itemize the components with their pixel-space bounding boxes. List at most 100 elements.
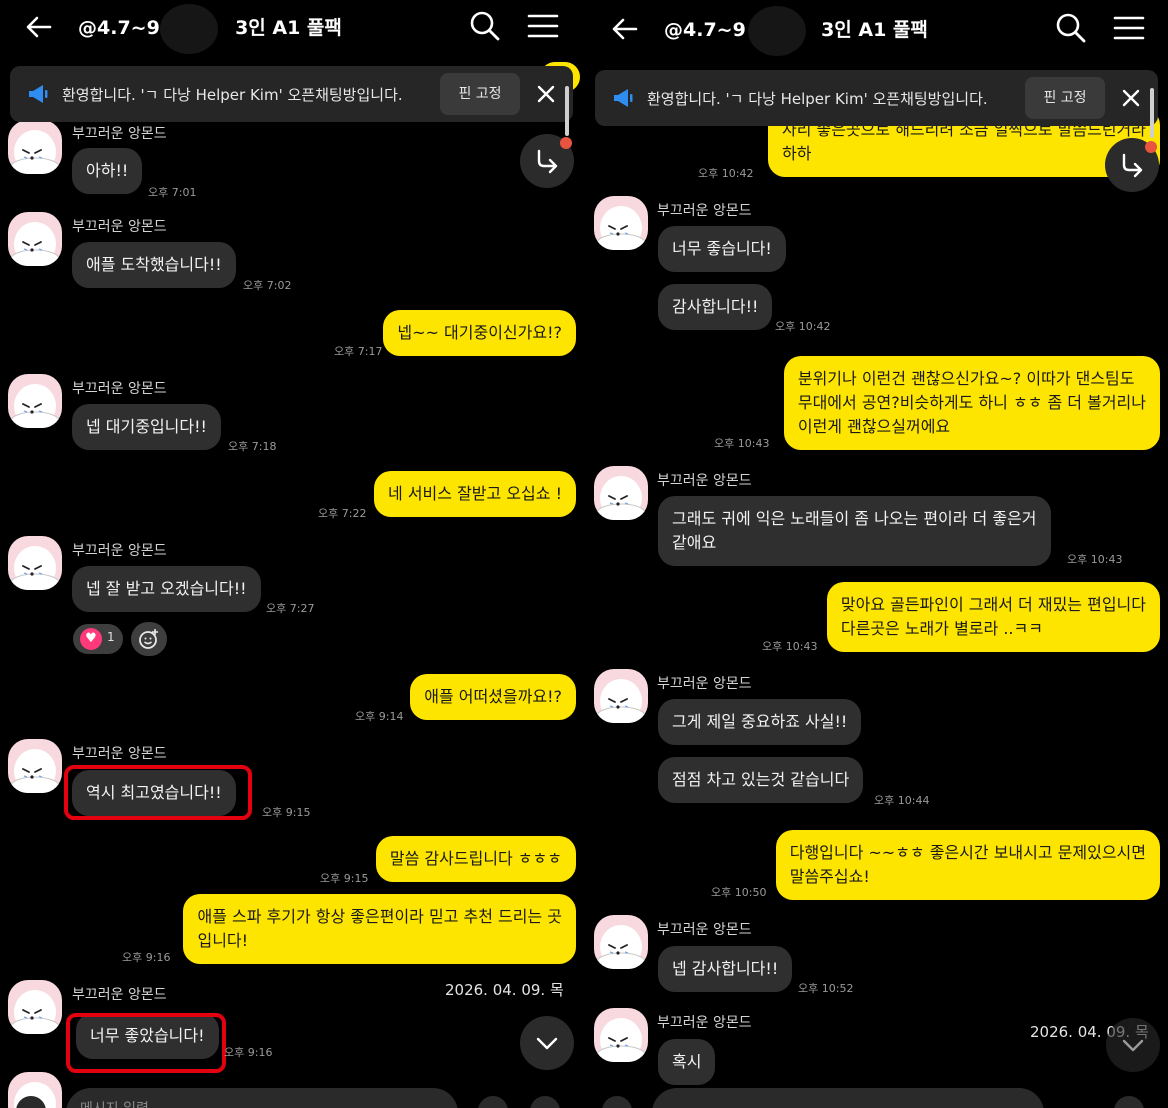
message-time: 오후 9:15 <box>320 872 369 885</box>
received-bubble[interactable]: 아하!! <box>72 148 143 194</box>
sender-name: 부끄러운 앙몬드 <box>657 203 752 219</box>
avatar-face-icon <box>596 476 646 520</box>
message-input[interactable] <box>652 1088 1044 1108</box>
menu-icon[interactable] <box>526 9 560 43</box>
message-time: 오후 7:01 <box>148 186 197 199</box>
avatar-face-icon <box>596 679 646 723</box>
sent-bubble[interactable]: 애플 어떠셨을까요!? <box>410 674 576 720</box>
sender-name: 부끄러운 앙몬드 <box>72 219 167 235</box>
bubble-line: 말씀주십쇼! <box>789 867 870 886</box>
sender-name: 부끄러운 앙몬드 <box>72 381 167 397</box>
message-time: 오후 10:43 <box>1067 553 1123 566</box>
sender-name: 부끄러운 앙몬드 <box>657 922 752 938</box>
heart-icon: ♥ <box>80 628 102 650</box>
received-bubble[interactable]: 애플 도착했습니다!! <box>72 242 236 288</box>
sent-bubble[interactable]: 분위기나 이런건 괜찮으신가요~? 이따가 댄스팀도 무대에서 공연?비슷하게도… <box>783 356 1160 450</box>
avatar[interactable] <box>8 739 62 793</box>
reaction-heart-badge[interactable]: ♥ 1 <box>73 624 123 654</box>
avatar-face-icon <box>596 925 646 969</box>
sent-bubble[interactable]: 맞아요 골든파인이 그래서 더 재밌는 편입니다 다른곳은 노래가 별로라 ..… <box>826 582 1160 652</box>
avatar[interactable] <box>8 212 62 266</box>
sent-bubble[interactable]: 넵~~ 대기중이신가요!? <box>383 310 576 356</box>
avatar[interactable] <box>8 374 62 428</box>
bubble-line: 분위기나 이런건 괜찮으신가요~? 이따가 댄스팀도 <box>797 369 1135 388</box>
share-arrow-icon <box>537 149 558 174</box>
chat-title-prefix: @4.7~9 <box>664 19 746 41</box>
avatar-face-icon <box>596 1018 646 1062</box>
menu-icon[interactable] <box>1112 11 1146 45</box>
avatar-face-icon <box>10 546 60 590</box>
avatar[interactable] <box>594 466 648 520</box>
input-placeholder: 메시지 입력 <box>80 1098 149 1108</box>
hashtag-button[interactable] <box>478 1096 508 1108</box>
received-bubble[interactable]: 그래도 귀에 익은 노래들이 좀 나오는 편이라 더 좋은거 같애요 <box>658 496 1051 566</box>
scrollbar[interactable] <box>1150 88 1154 138</box>
plus-button[interactable] <box>602 1096 632 1108</box>
add-reaction-button[interactable] <box>131 622 167 656</box>
received-bubble[interactable]: 점점 차고 있는것 같습니다 <box>658 757 864 803</box>
received-bubble[interactable]: 넵 감사합니다!! <box>658 946 793 992</box>
scroll-to-bottom-button[interactable] <box>520 1016 574 1070</box>
received-bubble[interactable]: 넵 잘 받고 오겠습니다!! <box>72 566 261 612</box>
avatar[interactable] <box>594 1008 648 1062</box>
close-icon[interactable] <box>1119 86 1143 110</box>
bubble-line: 그래도 귀에 익은 노래들이 좀 나오는 편이라 더 좋은거 <box>672 509 1037 528</box>
bubble-line: 애플 스파 후기가 항상 좋은편이라 믿고 추천 드리는 곳 <box>197 907 562 926</box>
share-arrow-icon <box>1122 153 1143 178</box>
megaphone-icon <box>614 89 633 107</box>
chat-header: @4.7~9 3인 A1 풀팩 <box>0 0 584 56</box>
message-time: 오후 7:27 <box>266 602 315 615</box>
bubble-line: 다른곳은 노래가 별로라 ..ㅋㅋ <box>840 619 1043 638</box>
floating-date-label: 2026. 04. 09. 목 <box>445 981 564 999</box>
send-plus-button[interactable] <box>1114 1096 1144 1108</box>
avatar-face-icon <box>10 990 60 1034</box>
scroll-to-bottom-button[interactable] <box>1106 1018 1160 1072</box>
avatar[interactable] <box>8 120 62 174</box>
smiley-plus-icon <box>139 629 158 649</box>
avatar[interactable] <box>594 196 648 250</box>
chevron-down-icon <box>536 1037 558 1050</box>
pin-button[interactable]: 핀 고정 <box>1025 77 1105 119</box>
notification-dot <box>1145 141 1157 153</box>
received-bubble[interactable]: 너무 좋습니다! <box>658 226 786 272</box>
send-plus-button[interactable] <box>530 1096 560 1108</box>
sent-bubble[interactable]: 다행입니다 ~~ㅎㅎ 좋은시간 보내시고 문제있으시면 말씀주십쇼! <box>775 830 1160 900</box>
notice-banner[interactable]: 환영합니다. 'ㄱ 다낭 Helper Kim' 오픈채팅방입니다. 핀 고정 <box>595 70 1158 126</box>
notice-banner[interactable]: 환영합니다. 'ㄱ 다낭 Helper Kim' 오픈채팅방입니다. 핀 고정 <box>10 66 573 122</box>
message-input[interactable]: 메시지 입력 <box>66 1088 458 1108</box>
back-arrow-icon[interactable] <box>608 12 642 46</box>
sent-bubble[interactable]: 네 서비스 잘받고 오십쇼 ! <box>374 471 576 517</box>
share-button[interactable] <box>1105 138 1159 192</box>
message-time: 오후 7:02 <box>243 279 292 292</box>
pin-button[interactable]: 핀 고정 <box>440 73 520 115</box>
scrollbar[interactable] <box>565 86 569 136</box>
avatar[interactable] <box>8 980 62 1034</box>
sender-name: 부끄러운 앙몬드 <box>72 746 167 762</box>
red-highlight-box <box>64 765 252 820</box>
received-bubble[interactable]: 혹시 <box>658 1039 716 1085</box>
share-button[interactable] <box>520 134 574 188</box>
search-icon[interactable] <box>1054 11 1088 45</box>
received-bubble[interactable]: 넵 대기중입니다!! <box>72 404 221 450</box>
right-chat-screenshot: @4.7~9 3인 A1 풀팩 환영합니다. 'ㄱ 다낭 Helper Kim'… <box>584 0 1168 1108</box>
bubble-line: 무대에서 공연?비슷하게도 하니 ㅎㅎ 좀 더 볼거리나 <box>797 393 1146 412</box>
sender-name: 부끄러운 앙몬드 <box>657 1015 752 1031</box>
sender-name: 부끄러운 앙몬드 <box>657 676 752 692</box>
sent-bubble[interactable]: 말씀 감사드립니다 ㅎㅎㅎ <box>375 836 576 882</box>
back-arrow-icon[interactable] <box>22 10 56 44</box>
close-icon[interactable] <box>534 82 558 106</box>
chat-header: @4.7~9 3인 A1 풀팩 <box>584 0 1168 56</box>
redacted-title-blur <box>748 6 806 56</box>
avatar[interactable] <box>594 915 648 969</box>
search-icon[interactable] <box>468 9 502 43</box>
bubble-line: 이런게 괜찮으실꺼에요 <box>797 417 951 436</box>
redacted-title-blur <box>160 4 218 54</box>
received-bubble[interactable]: 감사합니다!! <box>658 284 773 330</box>
message-time: 오후 10:43 <box>762 640 818 653</box>
avatar[interactable] <box>8 536 62 590</box>
sent-bubble[interactable]: 애플 스파 후기가 항상 좋은편이라 믿고 추천 드리는 곳 입니다! <box>183 894 576 964</box>
avatar[interactable] <box>594 669 648 723</box>
bubble-line: 다행입니다 ~~ㅎㅎ 좋은시간 보내시고 문제있으시면 <box>789 843 1146 862</box>
bubble-line: 같애요 <box>672 533 717 552</box>
received-bubble[interactable]: 그게 제일 중요하죠 사실!! <box>658 699 862 745</box>
